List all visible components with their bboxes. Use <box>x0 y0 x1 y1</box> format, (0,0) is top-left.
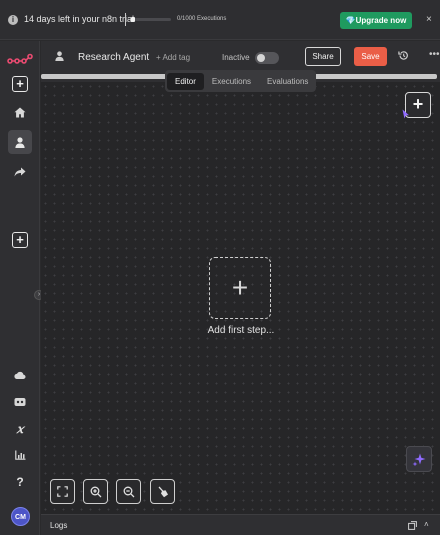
close-banner-icon[interactable]: × <box>426 14 432 25</box>
zoom-in-button[interactable] <box>83 479 108 504</box>
create-icon: + <box>12 76 28 92</box>
tab-evaluations[interactable]: Evaluations <box>259 73 316 90</box>
logs-label: Logs <box>50 521 68 530</box>
mouse-cursor-icon <box>402 109 409 119</box>
trial-banner: i 14 days left in your n8n trial 0/1000 … <box>0 0 440 40</box>
zoom-in-icon <box>90 486 101 497</box>
home-icon <box>14 107 26 117</box>
add-first-step-label: Add first step... <box>207 325 275 336</box>
trial-days-text: 14 days left in your n8n trial <box>24 14 135 24</box>
executions-progress-bar <box>131 17 171 22</box>
expand-logs-icon[interactable]: ˄ <box>424 520 429 529</box>
templates-button[interactable] <box>8 390 32 414</box>
tab-editor[interactable]: Editor <box>167 72 204 90</box>
executions-progress-marker <box>131 17 135 22</box>
tab-executions[interactable]: Executions <box>204 73 259 90</box>
personal-icon <box>15 136 25 148</box>
fit-view-icon <box>57 486 68 497</box>
share-button[interactable]: Share <box>305 47 341 66</box>
insights-button[interactable] <box>8 443 32 467</box>
user-avatar[interactable]: CM <box>11 507 30 526</box>
workflow-canvas[interactable]: + + Add first step... <box>41 82 440 514</box>
shared-icon <box>14 167 26 177</box>
add-tag-button[interactable]: + Add tag <box>156 53 190 62</box>
save-button[interactable]: Save <box>354 47 387 66</box>
pop-out-icon[interactable] <box>408 521 417 530</box>
variables-icon[interactable]: 𝑥 <box>8 417 32 441</box>
main-sidebar: + + › 𝑥 ? CM <box>0 41 44 535</box>
zoom-out-icon <box>123 486 134 497</box>
info-icon: i <box>8 15 18 25</box>
tidy-up-button[interactable] <box>150 479 175 504</box>
cloud-icon <box>14 371 26 379</box>
shared-button[interactable] <box>8 160 32 184</box>
templates-icon <box>14 398 26 406</box>
history-icon[interactable] <box>398 50 409 61</box>
active-status-label: Inactive <box>222 53 250 62</box>
executions-count-text: 0/1000 Executions <box>177 16 227 22</box>
insights-icon <box>14 450 25 460</box>
add-first-step-button[interactable]: + <box>209 257 271 319</box>
ai-assistant-button[interactable] <box>406 446 432 472</box>
add-project-icon: + <box>12 232 28 248</box>
personal-button[interactable] <box>8 130 32 154</box>
zoom-to-fit-button[interactable] <box>50 479 75 504</box>
help-icon[interactable]: ? <box>8 470 32 494</box>
create-button[interactable]: + <box>8 72 32 96</box>
workflow-owner-icon <box>55 51 64 61</box>
cloud-button[interactable] <box>8 363 32 387</box>
sparkle-icon <box>412 453 426 466</box>
more-options-icon[interactable]: ••• <box>429 49 440 60</box>
zoom-out-button[interactable] <box>116 479 141 504</box>
toggle-knob <box>257 54 265 62</box>
view-tabs: Editor Executions Evaluations <box>165 70 316 92</box>
active-toggle[interactable] <box>255 52 279 64</box>
workflow-header: Research Agent + Add tag Inactive Share … <box>41 41 440 72</box>
workflow-name[interactable]: Research Agent <box>78 52 149 63</box>
banner-divider <box>125 13 126 26</box>
home-button[interactable] <box>8 100 32 124</box>
logs-panel-bar[interactable]: Logs ˄ <box>41 514 440 535</box>
upgrade-now-button[interactable]: 💎Upgrade now <box>340 12 412 29</box>
broom-icon <box>158 486 168 497</box>
add-project-button[interactable]: + <box>8 228 32 252</box>
n8n-logo-icon[interactable] <box>6 47 34 71</box>
